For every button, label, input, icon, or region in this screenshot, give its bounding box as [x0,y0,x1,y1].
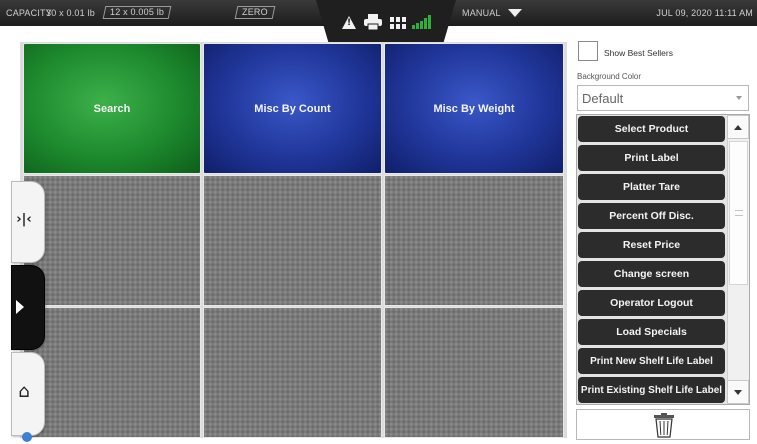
background-color-label: Background Color [577,72,642,81]
printer-icon[interactable] [364,14,382,30]
empty-preset-slot[interactable] [203,307,382,438]
search-key[interactable]: Search [23,43,201,174]
arrow-right-icon [16,300,24,314]
background-color-value: Default [582,91,624,106]
scale-icon: ›|‹ [16,212,32,227]
zero-label: ZERO [242,7,268,17]
percent-off-disc-button[interactable]: Percent Off Disc. [578,203,725,229]
mode-label[interactable]: MANUAL [462,8,501,18]
home-icon: ⌂ [18,381,30,402]
scrollbar-thumb[interactable] [729,141,748,285]
zero-button[interactable]: ZERO [234,6,276,19]
scale-tab[interactable]: ›|‹ [11,181,45,263]
signal-icon [412,15,431,29]
misc-by-count-key-label: Misc By Count [254,102,331,115]
empty-preset-slot[interactable] [384,307,564,438]
warning-icon[interactable] [342,16,356,29]
preset-grid: Search Misc By Count Misc By Weight [20,42,567,438]
increment-badge: 12 x 0.005 lb [102,6,172,19]
misc-by-weight-key-label: Misc By Weight [433,102,515,115]
scroll-up-button[interactable] [727,115,749,139]
home-tab[interactable]: ⌂ [11,352,45,436]
misc-by-weight-key[interactable]: Misc By Weight [384,43,564,174]
load-specials-button[interactable]: Load Specials [578,319,725,345]
function-button-list: Select Product Print Label Platter Tare … [576,114,750,405]
chevron-down-icon [736,96,742,100]
search-key-label: Search [93,102,131,115]
select-product-button[interactable]: Select Product [578,116,725,142]
chevron-down-icon[interactable] [508,9,522,17]
datetime: JUL 09, 2020 11:11 AM [656,8,753,18]
misc-by-count-key[interactable]: Misc By Count [203,43,382,174]
empty-preset-slot[interactable] [23,175,201,306]
print-label-button[interactable]: Print Label [578,145,725,171]
platter-tare-button[interactable]: Platter Tare [578,174,725,200]
trash-button[interactable] [576,409,750,440]
change-screen-button[interactable]: Change screen [578,261,725,287]
show-best-sellers-checkbox[interactable] [578,41,598,61]
status-icon-tab [316,0,456,43]
operator-logout-button[interactable]: Operator Logout [578,290,725,316]
grid-icon[interactable] [390,17,406,29]
trash-icon [654,413,674,438]
empty-preset-slot[interactable] [23,307,201,438]
show-best-sellers-label: Show Best Sellers [604,48,673,58]
indicator-dot [22,432,32,442]
empty-preset-slot[interactable] [203,175,382,306]
print-existing-shelf-life-label-button[interactable]: Print Existing Shelf Life Label [578,377,725,403]
reset-price-button[interactable]: Reset Price [578,232,725,258]
print-new-shelf-life-label-button[interactable]: Print New Shelf Life Label [578,348,725,374]
empty-preset-slot[interactable] [384,175,564,306]
expand-tab[interactable] [11,265,45,350]
background-color-select[interactable]: Default [577,85,749,111]
increment-value: 12 x 0.005 lb [110,7,165,17]
scroll-down-button[interactable] [727,380,749,404]
capacity-value: 30 x 0.01 lb [46,8,95,18]
